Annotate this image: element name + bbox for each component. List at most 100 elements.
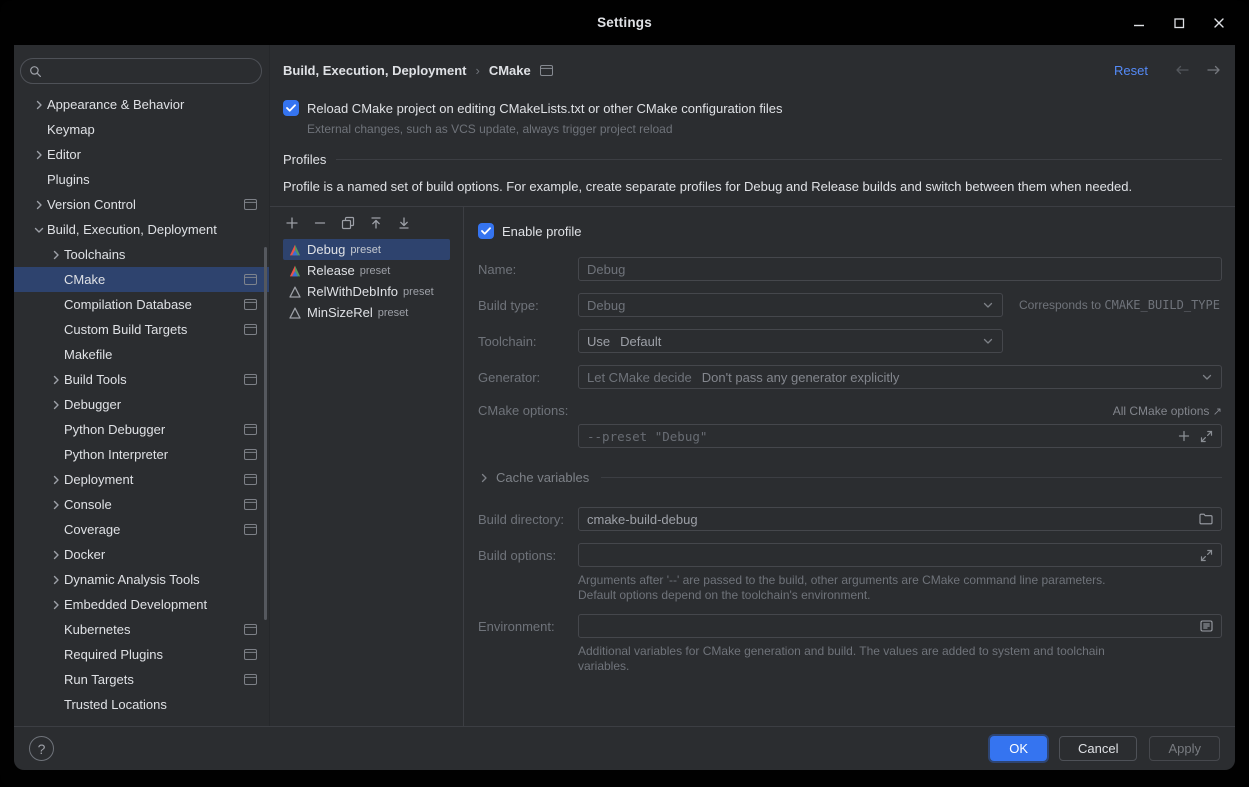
chevron-right-icon[interactable] <box>48 372 64 388</box>
sidebar-item-run-targets[interactable]: Run Targets <box>14 667 269 692</box>
sidebar-item-cmake[interactable]: CMake <box>14 267 269 292</box>
sidebar-item-trusted-locations[interactable]: Trusted Locations <box>14 692 269 717</box>
chevron-right-icon[interactable] <box>48 572 64 588</box>
sidebar-item-keymap[interactable]: Keymap <box>14 117 269 142</box>
sidebar-item-appearance-behavior[interactable]: Appearance & Behavior <box>14 92 269 117</box>
search-input[interactable] <box>48 64 253 79</box>
sidebar-item-compilation-database[interactable]: Compilation Database <box>14 292 269 317</box>
expand-editor-icon[interactable] <box>1200 430 1213 443</box>
sidebar-item-makefile[interactable]: Makefile <box>14 342 269 367</box>
chevron-right-icon[interactable] <box>48 497 64 513</box>
reload-cmake-checkbox[interactable] <box>283 100 299 116</box>
profile-toolbar <box>270 207 463 239</box>
build-type-select[interactable]: Debug <box>578 293 1003 317</box>
chevron-right-icon[interactable] <box>48 472 64 488</box>
cmake-options-field[interactable]: --preset "Debug" <box>578 424 1222 448</box>
sidebar-item-debugger[interactable]: Debugger <box>14 392 269 417</box>
help-button[interactable]: ? <box>29 736 54 761</box>
chevron-spacer <box>48 672 64 688</box>
enable-profile-checkbox[interactable] <box>478 223 494 239</box>
chevron-down-icon <box>982 299 994 311</box>
sidebar-item-label: Build, Execution, Deployment <box>47 222 217 237</box>
sidebar-item-python-debugger[interactable]: Python Debugger <box>14 417 269 442</box>
sidebar-item-console[interactable]: Console <box>14 492 269 517</box>
chevron-right-icon[interactable] <box>31 147 47 163</box>
sidebar-item-version-control[interactable]: Version Control <box>14 192 269 217</box>
cache-variables-toggle[interactable]: Cache variables <box>478 470 1222 485</box>
folder-icon[interactable] <box>1199 513 1213 525</box>
titlebar: Settings <box>0 0 1249 45</box>
profile-form: Enable profile Name: Build type: Debug <box>464 207 1235 726</box>
profile-item-debug[interactable]: Debugpreset <box>283 239 450 260</box>
breadcrumb-build-execution-deployment[interactable]: Build, Execution, Deployment <box>283 63 466 78</box>
apply-button[interactable]: Apply <box>1149 736 1220 761</box>
sidebar-item-build-execution-deployment[interactable]: Build, Execution, Deployment <box>14 217 269 242</box>
copy-profile-icon[interactable] <box>340 215 356 231</box>
settings-tree: Appearance & BehaviorKeymapEditor Plugins… <box>14 92 269 717</box>
toolchain-prefix: Use <box>587 334 610 349</box>
chevron-right-icon[interactable] <box>31 97 47 113</box>
settings-window: Settings Appearance <box>0 0 1249 787</box>
sidebar-item-python-interpreter[interactable]: Python Interpreter <box>14 442 269 467</box>
sidebar-item-deployment[interactable]: Deployment <box>14 467 269 492</box>
minimize-icon[interactable] <box>1131 15 1147 31</box>
reload-cmake-hint: External changes, such as VCS update, al… <box>307 122 1235 136</box>
sidebar-item-plugins[interactable]: Plugins <box>14 167 269 192</box>
sidebar-item-label: Trusted Locations <box>64 697 167 712</box>
chevron-spacer <box>48 347 64 363</box>
move-up-icon[interactable] <box>368 215 384 231</box>
settings-search[interactable] <box>20 58 262 84</box>
sidebar-item-toolchains[interactable]: Toolchains <box>14 242 269 267</box>
name-input[interactable] <box>578 257 1222 281</box>
all-cmake-options-link[interactable]: All CMake options ↗ <box>1113 404 1222 418</box>
back-arrow-icon[interactable] <box>1174 64 1190 76</box>
toolchain-select[interactable]: Use Default <box>578 329 1003 353</box>
add-option-icon[interactable] <box>1178 430 1190 442</box>
generator-label: Generator: <box>478 370 578 385</box>
sidebar-item-label: Custom Build Targets <box>64 322 187 337</box>
cancel-button[interactable]: Cancel <box>1059 736 1137 761</box>
chevron-right-icon[interactable] <box>31 197 47 213</box>
sidebar-item-editor[interactable]: Editor <box>14 142 269 167</box>
chevron-right-icon[interactable] <box>48 597 64 613</box>
profile-item-release[interactable]: Releasepreset <box>283 260 450 281</box>
generator-select[interactable]: Let CMake decide Don't pass any generato… <box>578 365 1222 389</box>
build-directory-value: cmake-build-debug <box>587 512 698 527</box>
sidebar-item-label: Toolchains <box>64 247 125 262</box>
chevron-right-icon[interactable] <box>48 247 64 263</box>
sidebar-item-embedded-development[interactable]: Embedded Development <box>14 592 269 617</box>
add-profile-icon[interactable] <box>284 215 300 231</box>
chevron-right-icon[interactable] <box>48 547 64 563</box>
sidebar-item-required-plugins[interactable]: Required Plugins <box>14 642 269 667</box>
sidebar-item-label: Plugins <box>47 172 90 187</box>
screen-badge-icon <box>244 524 257 535</box>
profile-item-relwithdebinfo[interactable]: RelWithDebInfopreset <box>283 281 450 302</box>
move-down-icon[interactable] <box>396 215 412 231</box>
remove-profile-icon[interactable] <box>312 215 328 231</box>
build-directory-field[interactable]: cmake-build-debug <box>578 507 1222 531</box>
chevron-down-icon[interactable] <box>31 222 47 238</box>
reset-link[interactable]: Reset <box>1114 63 1148 78</box>
profile-item-minsizerel[interactable]: MinSizeRelpreset <box>283 302 450 323</box>
sidebar-item-dynamic-analysis-tools[interactable]: Dynamic Analysis Tools <box>14 567 269 592</box>
forward-arrow-icon[interactable] <box>1206 64 1222 76</box>
generator-row: Generator: Let CMake decide Don't pass a… <box>478 365 1222 389</box>
maximize-icon[interactable] <box>1171 15 1187 31</box>
sidebar-item-build-tools[interactable]: Build Tools <box>14 367 269 392</box>
ok-button[interactable]: OK <box>990 736 1047 761</box>
close-icon[interactable] <box>1211 15 1227 31</box>
environment-variables-icon[interactable] <box>1200 620 1213 632</box>
environment-field[interactable] <box>578 614 1222 638</box>
expand-editor-icon[interactable] <box>1200 549 1213 562</box>
build-options-field[interactable] <box>578 543 1222 567</box>
chevron-right-icon[interactable] <box>48 397 64 413</box>
sidebar-scrollbar[interactable] <box>264 247 267 620</box>
sidebar-item-custom-build-targets[interactable]: Custom Build Targets <box>14 317 269 342</box>
cmake-logo-icon <box>289 286 301 298</box>
sidebar-item-label: Compilation Database <box>64 297 192 312</box>
sidebar-item-coverage[interactable]: Coverage <box>14 517 269 542</box>
breadcrumb-cmake[interactable]: CMake <box>489 63 531 78</box>
sidebar-item-kubernetes[interactable]: Kubernetes <box>14 617 269 642</box>
screen-badge-icon <box>244 299 257 310</box>
sidebar-item-docker[interactable]: Docker <box>14 542 269 567</box>
